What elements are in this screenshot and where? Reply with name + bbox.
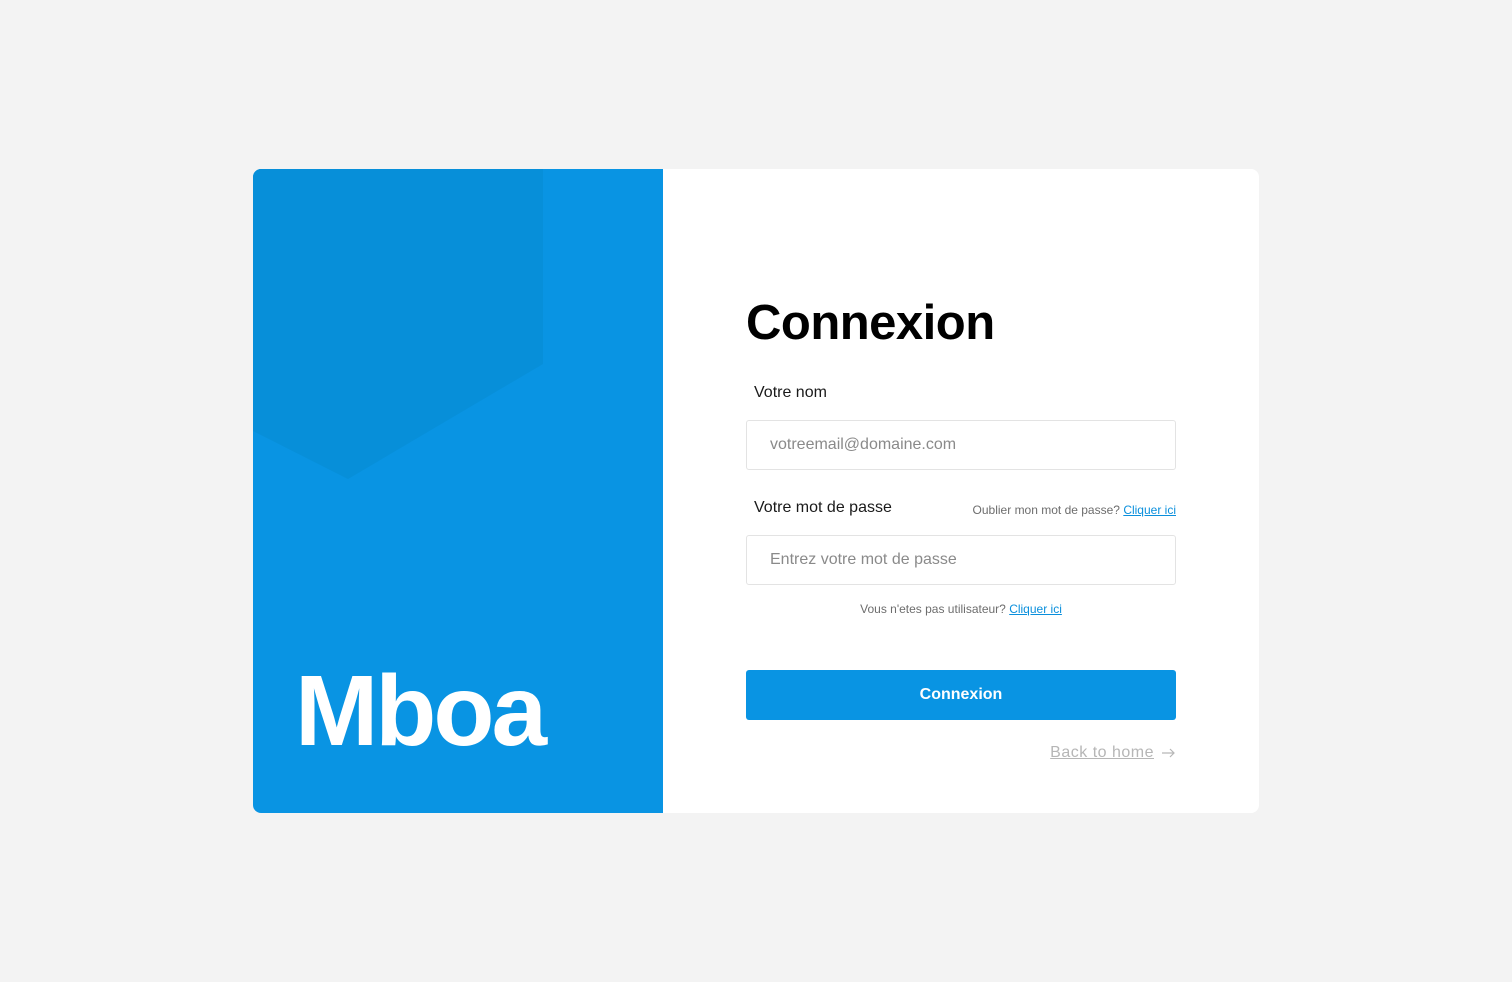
login-submit-button[interactable]: Connexion — [746, 670, 1176, 720]
password-label: Votre mot de passe — [754, 499, 892, 516]
brand-panel: Mboa — [253, 169, 663, 813]
signup-link[interactable]: Cliquer ici — [1009, 602, 1062, 616]
back-to-home-link[interactable]: Back to home — [1050, 744, 1176, 762]
signup-text: Vous n'etes pas utilisateur? — [860, 602, 1006, 616]
forgot-password-row: Oublier mon mot de passe? Cliquer ici — [973, 503, 1176, 517]
forgot-password-link[interactable]: Cliquer ici — [1123, 503, 1176, 517]
brand-logo-text: Mboa — [295, 655, 547, 767]
arrow-right-icon — [1162, 748, 1175, 758]
password-input[interactable] — [746, 535, 1176, 585]
login-form: Connexion Votre nom Votre mot de passe O… — [746, 169, 1176, 813]
back-to-home-label[interactable]: Back to home — [1050, 744, 1154, 762]
signup-row: Vous n'etes pas utilisateur? Cliquer ici — [746, 602, 1176, 616]
forgot-password-text: Oublier mon mot de passe? — [972, 503, 1120, 517]
decorative-shield-shape — [253, 169, 543, 479]
name-label: Votre nom — [754, 384, 827, 401]
page-title: Connexion — [746, 296, 995, 350]
login-card: Mboa Connexion Votre nom Votre mot de pa… — [253, 169, 1259, 813]
name-input[interactable] — [746, 420, 1176, 470]
